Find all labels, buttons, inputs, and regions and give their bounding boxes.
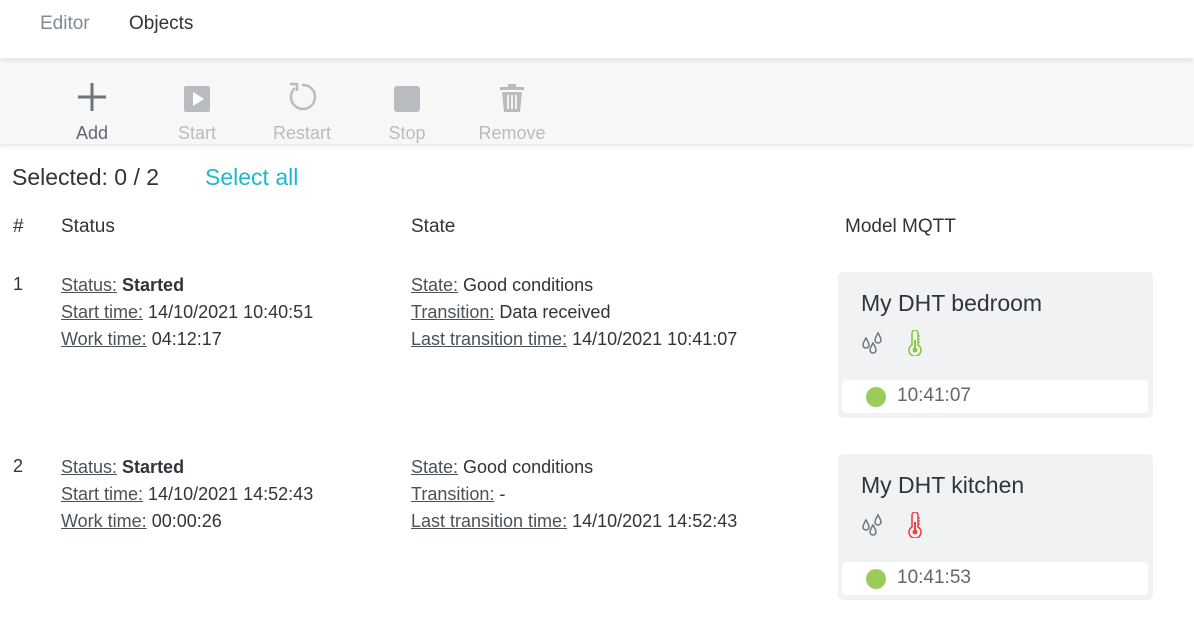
- work-time-key: Work time:: [61, 329, 147, 349]
- last-transition-key: Last transition time:: [411, 329, 568, 349]
- droplets-icon: [862, 331, 882, 354]
- state-info: State: Good conditions Transition: Data …: [411, 272, 737, 353]
- plus-icon: [78, 83, 106, 111]
- status-dot: [866, 387, 886, 407]
- header-num: #: [13, 216, 24, 237]
- start-time-value: 14/10/2021 14:52:43: [148, 484, 314, 504]
- status-key: Status:: [61, 457, 118, 477]
- restart-icon: [289, 82, 317, 111]
- transition-key: Transition:: [411, 484, 495, 504]
- last-transition-value: 14/10/2021 14:52:43: [572, 511, 738, 531]
- select-all-link[interactable]: Select all: [205, 164, 298, 191]
- status-value: Started: [122, 275, 185, 295]
- transition-key: Transition:: [411, 302, 495, 322]
- start-label: Start: [177, 123, 216, 143]
- droplets-icon: [862, 513, 882, 536]
- card-time: 10:41:53: [897, 567, 971, 588]
- work-time-value: 04:12:17: [151, 329, 222, 349]
- state-value: Good conditions: [463, 457, 594, 477]
- last-transition-value: 14/10/2021 10:41:07: [572, 329, 738, 349]
- toolbar: Add Start Restart Stop Remove: [0, 60, 1194, 144]
- tab-editor[interactable]: Editor: [40, 13, 90, 35]
- status-info: Status: Started Start time: 14/10/2021 1…: [61, 272, 313, 353]
- start-time-key: Start time:: [61, 484, 144, 504]
- thermometer-icon: [908, 512, 922, 538]
- restart-button[interactable]: Restart: [252, 60, 352, 144]
- transition-value: -: [499, 484, 506, 504]
- model-card[interactable]: My DHT bedroom 10:41:07: [838, 272, 1153, 418]
- start-time-key: Start time:: [61, 302, 144, 322]
- last-transition-key: Last transition time:: [411, 511, 568, 531]
- play-icon: [184, 86, 210, 112]
- state-value: Good conditions: [463, 275, 594, 295]
- remove-label: Remove: [478, 123, 546, 143]
- state-info: State: Good conditions Transition: - Las…: [411, 454, 737, 535]
- status-key: Status:: [61, 275, 118, 295]
- add-button[interactable]: Add: [42, 60, 142, 144]
- remove-button[interactable]: Remove: [462, 60, 562, 144]
- state-key: State:: [411, 275, 459, 295]
- selection-count: Selected: 0 / 2: [12, 164, 160, 190]
- state-key: State:: [411, 457, 459, 477]
- row-number: 1: [13, 274, 24, 294]
- transition-value: Data received: [499, 302, 611, 322]
- card-footer: 10:41:07: [842, 380, 1148, 413]
- row-number: 2: [13, 456, 24, 476]
- stop-button[interactable]: Stop: [357, 60, 457, 144]
- trash-icon: [500, 84, 524, 112]
- restart-label: Restart: [272, 123, 332, 143]
- top-nav: Editor Objects: [0, 0, 1194, 58]
- status-dot: [866, 569, 886, 589]
- work-time-value: 00:00:26: [151, 511, 222, 531]
- card-footer: 10:41:53: [842, 562, 1148, 595]
- stop-label: Stop: [388, 123, 426, 143]
- header-status: Status: [61, 216, 115, 237]
- work-time-key: Work time:: [61, 511, 147, 531]
- add-label: Add: [75, 123, 109, 143]
- start-time-value: 14/10/2021 10:40:51: [148, 302, 314, 322]
- status-value: Started: [122, 457, 185, 477]
- thermometer-icon: [908, 330, 922, 356]
- card-title: My DHT bedroom: [861, 290, 1043, 316]
- start-button[interactable]: Start: [147, 60, 247, 144]
- header-model-mqtt: Model MQTT: [845, 216, 956, 237]
- status-info: Status: Started Start time: 14/10/2021 1…: [61, 454, 313, 535]
- stop-icon: [394, 86, 420, 112]
- tab-objects[interactable]: Objects: [129, 13, 193, 35]
- card-title: My DHT kitchen: [861, 472, 1025, 498]
- header-state: State: [411, 216, 456, 237]
- model-card[interactable]: My DHT kitchen 10:41:53: [838, 454, 1153, 600]
- card-time: 10:41:07: [897, 385, 971, 406]
